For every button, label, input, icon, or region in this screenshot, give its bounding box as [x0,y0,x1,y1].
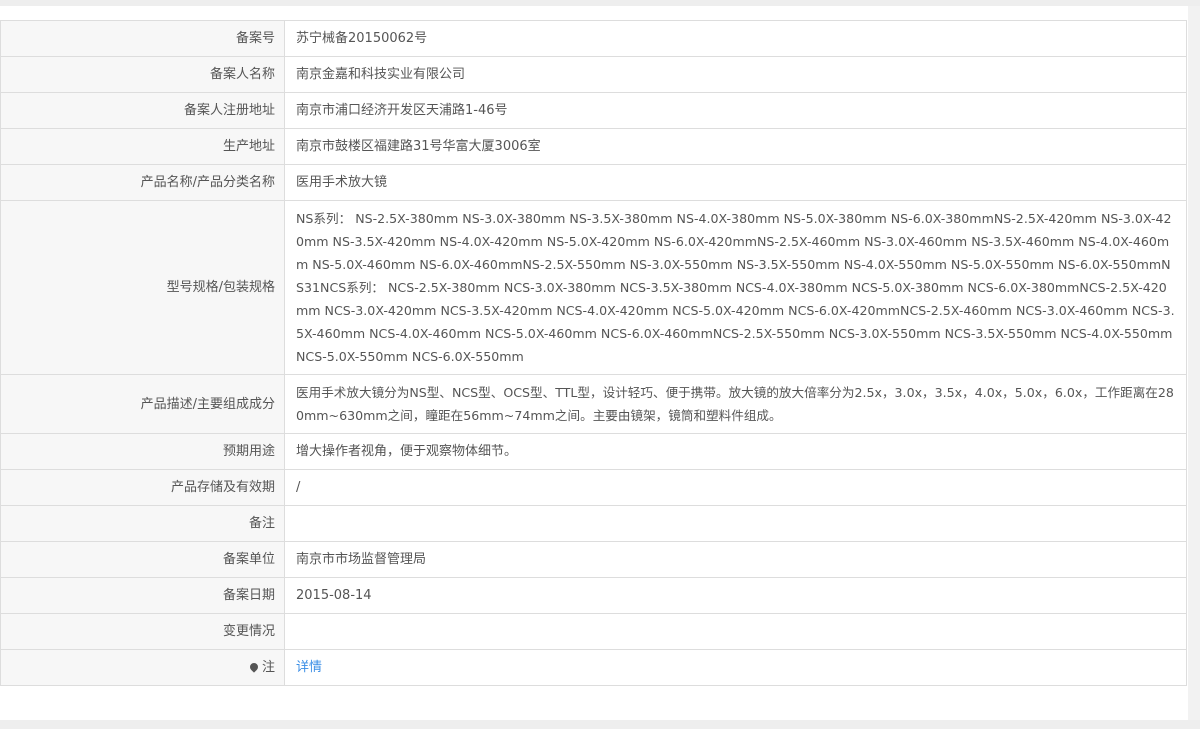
row-label: 预期用途 [0,433,285,470]
record-detail-table: 备案号 苏宁械备20150062号 备案人名称 南京金嘉和科技实业有限公司 备案… [0,20,1187,686]
row-label: 产品描述/主要组成成分 [0,374,285,434]
row-label: 变更情况 [0,613,285,650]
note-label-text: 注 [261,660,275,675]
row-label: 备案人名称 [0,56,285,93]
row-label: 型号规格/包装规格 [0,200,285,375]
row-value: / [284,469,1187,506]
table-row-model-spec: 型号规格/包装规格 NS系列： NS-2.5X-380mm NS-3.0X-38… [0,200,1187,375]
row-value: 医用手术放大镜分为NS型、NCS型、OCS型、TTL型，设计轻巧、便于携带。放大… [284,374,1187,434]
table-row-storage-validity: 产品存储及有效期 / [0,469,1187,506]
record-panel: 备案号 苏宁械备20150062号 备案人名称 南京金嘉和科技实业有限公司 备案… [0,6,1188,720]
row-value: 2015-08-14 [284,577,1187,614]
table-row-change-status: 变更情况 [0,613,1187,650]
row-label: 生产地址 [0,128,285,165]
table-row-remarks: 备注 [0,505,1187,542]
table-row-production-address: 生产地址 南京市鼓楼区福建路31号华富大厦3006室 [0,128,1187,165]
table-row-intended-use: 预期用途 增大操作者视角，便于观察物体细节。 [0,433,1187,470]
row-label: 备案人注册地址 [0,92,285,129]
row-value: 南京市浦口经济开发区天浦路1-46号 [284,92,1187,129]
scrollbar-track[interactable] [1188,6,1200,720]
row-value: 详情 [284,649,1187,686]
row-value: 增大操作者视角，便于观察物体细节。 [284,433,1187,470]
table-row-product-name: 产品名称/产品分类名称 医用手术放大镜 [0,164,1187,201]
row-value: 苏宁械备20150062号 [284,20,1187,57]
row-value: 南京市市场监督管理局 [284,541,1187,578]
pin-icon [248,660,260,673]
row-label: 备案号 [0,20,285,57]
row-label: 备案日期 [0,577,285,614]
details-link[interactable]: 详情 [296,660,322,675]
row-label-note: 注 [0,649,285,686]
row-value: 医用手术放大镜 [284,164,1187,201]
page: 备案号 苏宁械备20150062号 备案人名称 南京金嘉和科技实业有限公司 备案… [0,0,1200,729]
row-value: 南京金嘉和科技实业有限公司 [284,56,1187,93]
row-value [284,613,1187,650]
table-row-note: 注 详情 [0,649,1187,686]
table-row-registrant-address: 备案人注册地址 南京市浦口经济开发区天浦路1-46号 [0,92,1187,129]
table-row-record-number: 备案号 苏宁械备20150062号 [0,20,1187,57]
table-row-registrant-name: 备案人名称 南京金嘉和科技实业有限公司 [0,56,1187,93]
row-label: 备注 [0,505,285,542]
row-label: 备案单位 [0,541,285,578]
row-label: 产品名称/产品分类名称 [0,164,285,201]
row-value: 南京市鼓楼区福建路31号华富大厦3006室 [284,128,1187,165]
table-row-filing-date: 备案日期 2015-08-14 [0,577,1187,614]
table-row-product-description: 产品描述/主要组成成分 医用手术放大镜分为NS型、NCS型、OCS型、TTL型，… [0,374,1187,434]
row-value: NS系列： NS-2.5X-380mm NS-3.0X-380mm NS-3.5… [284,200,1187,375]
row-value [284,505,1187,542]
row-label: 产品存储及有效期 [0,469,285,506]
table-row-filing-unit: 备案单位 南京市市场监督管理局 [0,541,1187,578]
